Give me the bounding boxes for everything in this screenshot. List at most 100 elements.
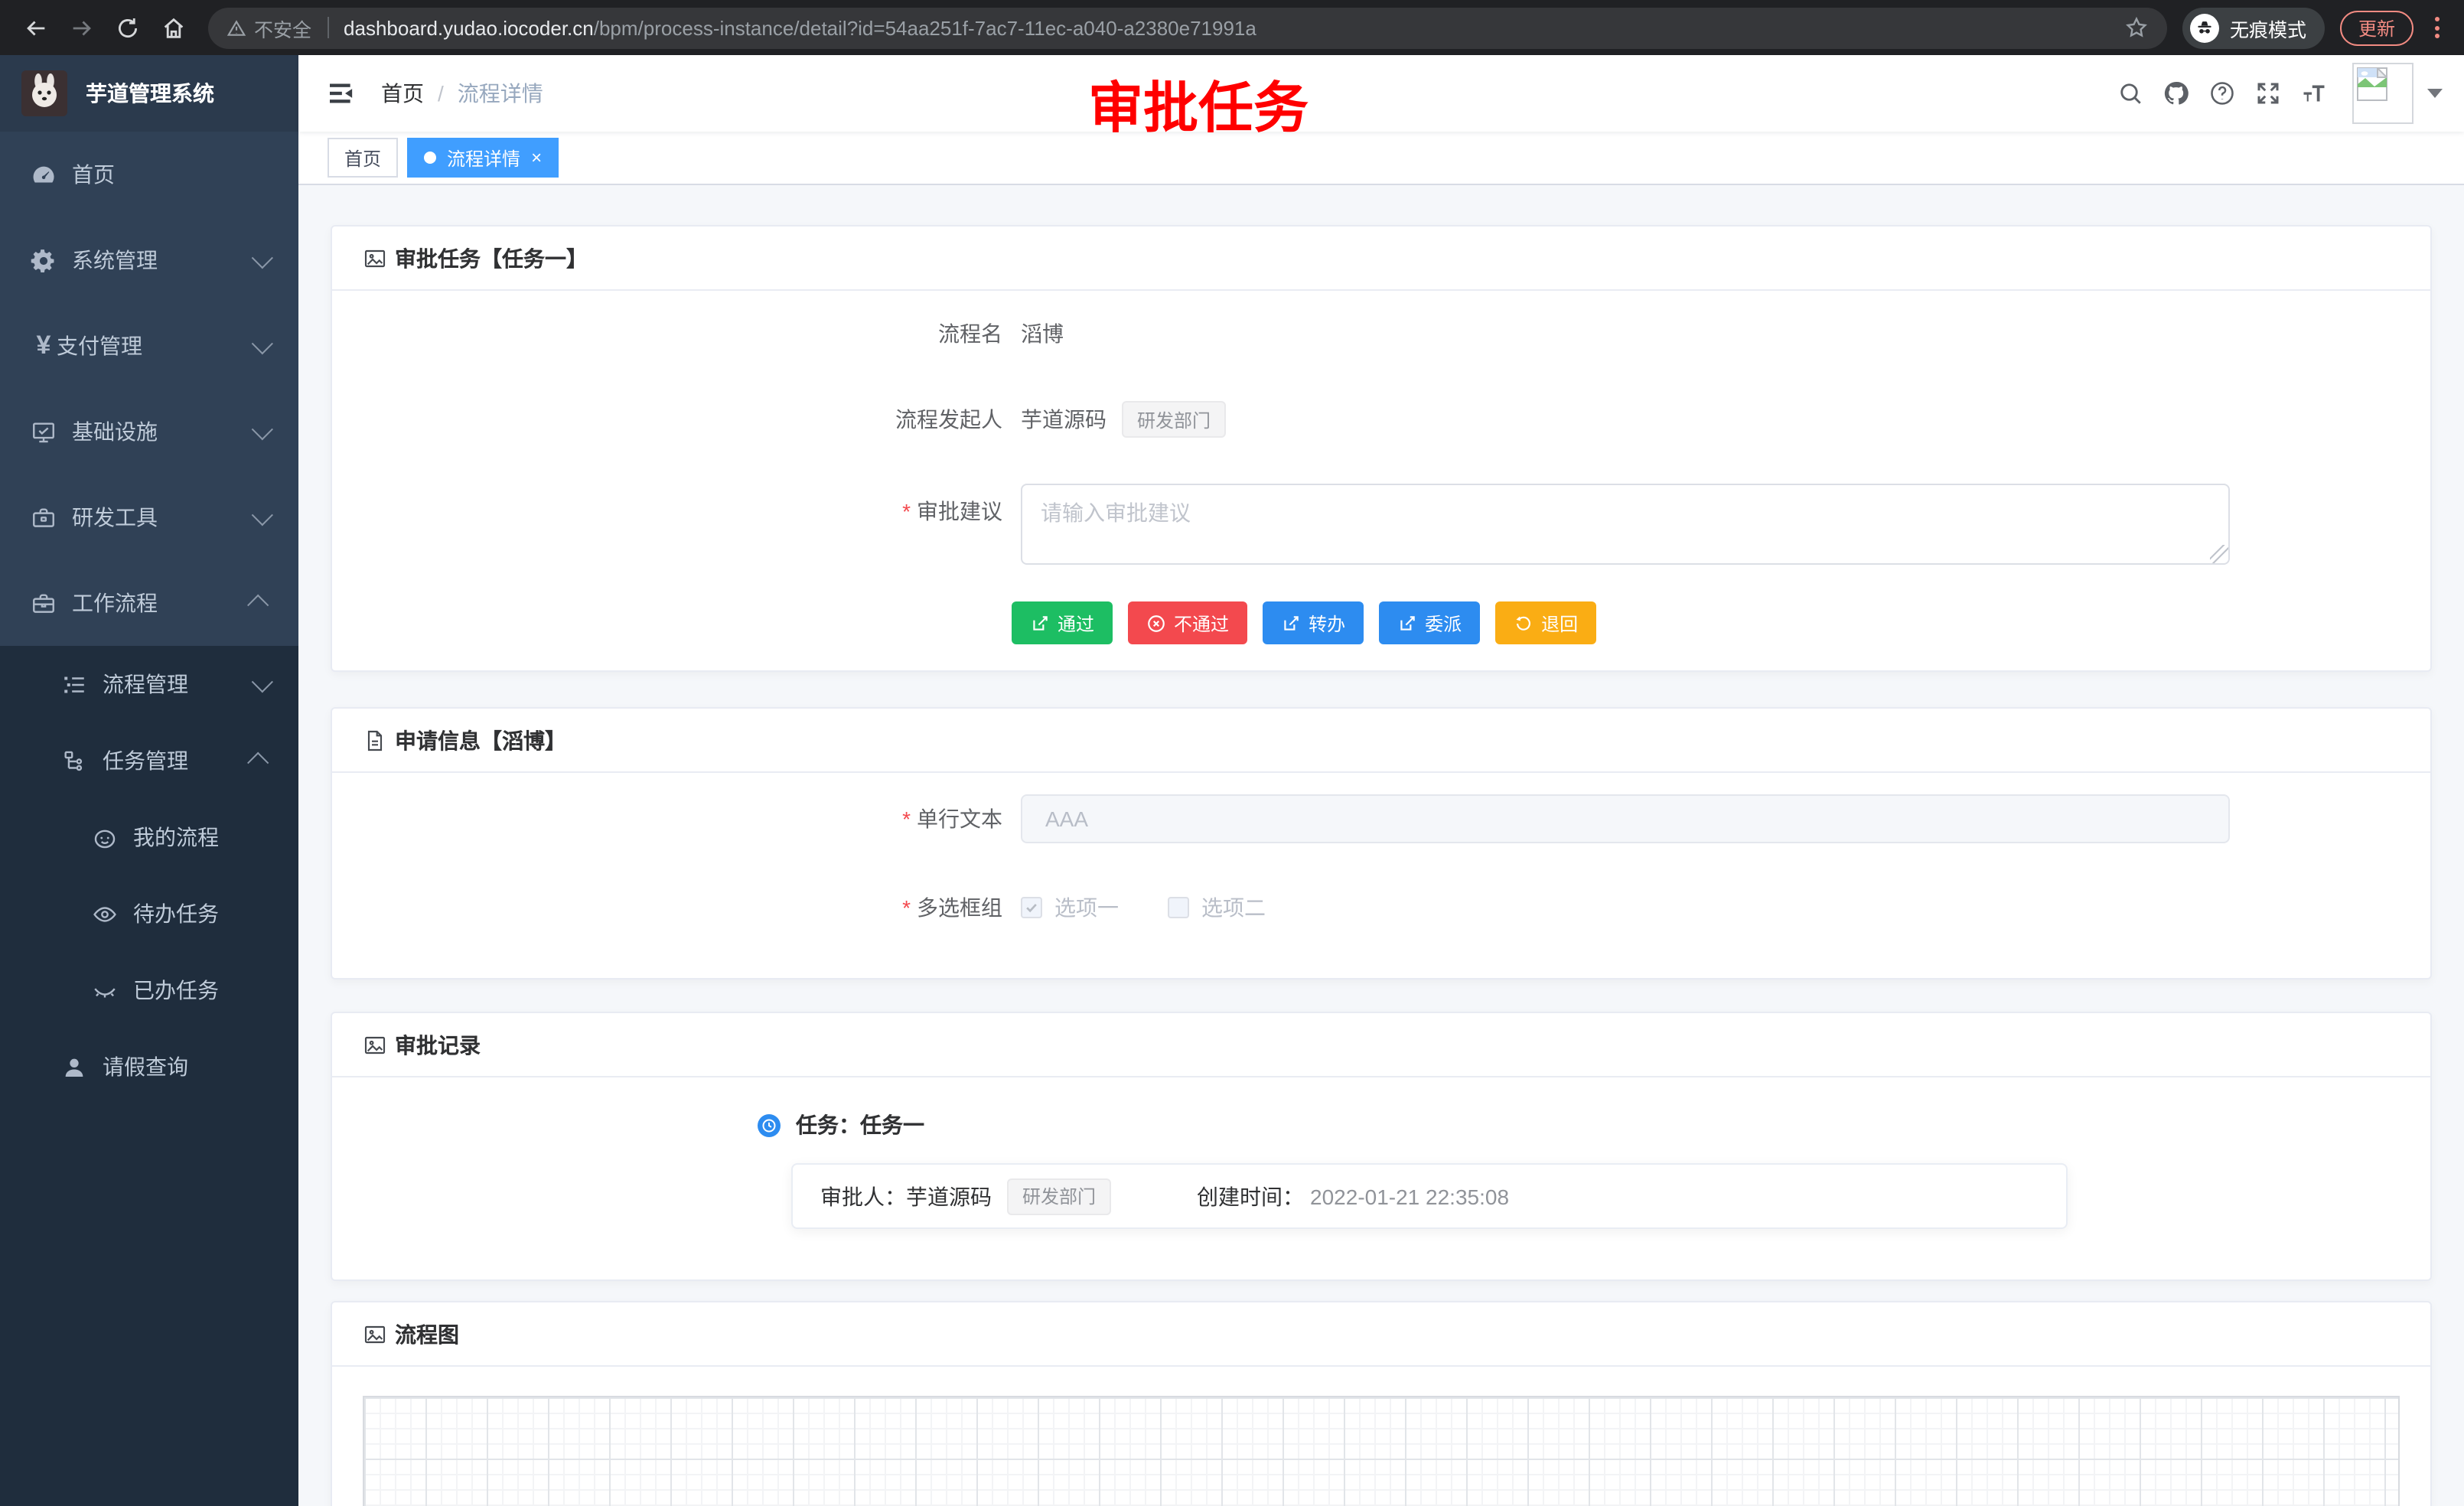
sidebar-item-todo-tasks[interactable]: 待办任务: [0, 875, 298, 952]
sidebar-item-label: 首页: [72, 159, 115, 190]
transfer-button[interactable]: 转办: [1263, 601, 1364, 644]
sidebar-item-label: 支付管理: [57, 331, 142, 361]
card-title: 审批任务【任务一】: [395, 243, 588, 273]
monitor-icon: [31, 419, 57, 445]
chevron-down-icon: [252, 419, 273, 440]
required-asterisk: *: [902, 807, 911, 831]
sidebar-item-process-mgmt[interactable]: 流程管理: [0, 646, 298, 722]
bookmark-star-icon[interactable]: [2124, 15, 2149, 40]
card-title: 审批记录: [395, 1029, 481, 1060]
suggestion-textarea[interactable]: [1021, 484, 2230, 565]
initiator-label: 流程发起人: [332, 404, 1021, 435]
incognito-icon: [2190, 13, 2219, 42]
required-asterisk: *: [902, 499, 911, 523]
sidebar-item-label: 流程管理: [103, 669, 188, 699]
single-text-row: *单行文本: [332, 794, 2430, 843]
checkbox-group-label: *多选框组: [332, 892, 1021, 923]
font-size-icon[interactable]: [2291, 70, 2337, 116]
url-text: dashboard.yudao.iocoder.cn/bpm/process-i…: [344, 16, 1256, 39]
forward-button[interactable]: [61, 8, 101, 47]
suggestion-label: *审批建议: [332, 484, 1021, 526]
screen: 不安全 dashboard.yudao.iocoder.cn/bpm/proce…: [0, 0, 2464, 1506]
browser-menu-button[interactable]: [2426, 11, 2449, 44]
sidebar-item-leave-query[interactable]: 请假查询: [0, 1028, 298, 1105]
bpmn-canvas[interactable]: [363, 1396, 2400, 1506]
card-header: 流程图: [332, 1302, 2430, 1367]
search-icon[interactable]: [2107, 70, 2153, 116]
sidebar-toggle-button[interactable]: [326, 78, 357, 109]
process-name-row: 流程名 滔博: [332, 312, 2430, 355]
sidebar-item-task-mgmt[interactable]: 任务管理: [0, 722, 298, 799]
tree-icon: [61, 748, 87, 774]
timeline-item: 任务：任务一: [332, 1110, 2430, 1140]
home-icon: [160, 15, 186, 41]
sidebar-item-my-process[interactable]: 我的流程: [0, 799, 298, 875]
single-text-input[interactable]: [1021, 794, 2230, 843]
return-button[interactable]: 退回: [1495, 601, 1596, 644]
delegate-button[interactable]: 委派: [1379, 601, 1480, 644]
sidebar-item-label: 已办任务: [133, 975, 219, 1006]
chevron-down-icon: [252, 247, 273, 269]
home-button[interactable]: [153, 8, 193, 47]
action-buttons-row: 通过 不通过 转办 委: [332, 601, 2430, 644]
address-bar[interactable]: 不安全 dashboard.yudao.iocoder.cn/bpm/proce…: [208, 7, 2167, 48]
sidebar-item-system[interactable]: 系统管理: [0, 217, 298, 303]
reload-button[interactable]: [107, 8, 147, 47]
dashboard-icon: [31, 161, 57, 187]
breadcrumb-current: 流程详情: [458, 78, 543, 109]
sidebar-item-workflow[interactable]: 工作流程: [0, 560, 298, 646]
sidebar-item-label: 基础设施: [72, 416, 158, 447]
create-time-segment: 创建时间： 2022-01-21 22:35:08: [1197, 1181, 1509, 1211]
sidebar-item-label: 工作流程: [72, 588, 158, 618]
app-frame: 芋道管理系统 首页 系统管理 ¥ 支付管理: [0, 55, 2464, 1506]
sidebar-item-label: 我的流程: [133, 822, 219, 852]
approve-button[interactable]: 通过: [1012, 601, 1113, 644]
tab-home[interactable]: 首页: [328, 138, 398, 178]
incognito-badge: 无痕模式: [2182, 7, 2325, 48]
fullscreen-icon[interactable]: [2245, 70, 2291, 116]
workflow-submenu: 流程管理 任务管理 我的流程: [0, 646, 298, 1105]
sidebar-item-label: 系统管理: [72, 245, 158, 275]
list-tree-icon: [61, 671, 87, 697]
initiator-row: 流程发起人 芋道源码 研发部门: [332, 398, 2430, 441]
dept-tag: 研发部门: [1007, 1178, 1111, 1214]
back-button[interactable]: [15, 8, 55, 47]
reject-button[interactable]: 不通过: [1128, 601, 1247, 644]
picture-icon: [363, 1322, 387, 1346]
tab-label: 首页: [344, 145, 381, 171]
app-logo-row[interactable]: 芋道管理系统: [0, 55, 298, 132]
github-icon[interactable]: [2153, 70, 2199, 116]
tab-process-detail[interactable]: 流程详情 ×: [407, 138, 559, 178]
help-icon[interactable]: [2199, 70, 2245, 116]
app-logo: [21, 70, 67, 116]
active-tab-dot: [424, 152, 436, 164]
avatar-dropdown-caret[interactable]: [2427, 89, 2443, 98]
required-asterisk: *: [902, 895, 911, 920]
checkbox-option-1[interactable]: 选项一: [1021, 892, 1119, 923]
sidebar-item-devtools[interactable]: 研发工具: [0, 474, 298, 560]
approver-segment: 审批人： 芋道源码 研发部门: [820, 1178, 1111, 1214]
app-title: 芋道管理系统: [86, 78, 214, 109]
sidebar-item-infra[interactable]: 基础设施: [0, 389, 298, 474]
back-arrow-icon: [22, 15, 48, 41]
toolbox-icon: [31, 504, 57, 530]
breadcrumb-home[interactable]: 首页: [381, 78, 424, 109]
yen-icon: ¥: [31, 331, 57, 361]
circle-close-icon: [1146, 613, 1166, 633]
checkbox-option-2[interactable]: 选项二: [1168, 892, 1266, 923]
sidebar-item-payment[interactable]: ¥ 支付管理: [0, 303, 298, 389]
card-title: 申请信息【滔博】: [395, 725, 566, 755]
chevron-up-icon: [247, 595, 269, 616]
eye-closed-icon: [92, 977, 118, 1003]
security-chip[interactable]: 不安全: [227, 13, 311, 42]
sidebar-item-home[interactable]: 首页: [0, 132, 298, 217]
checkbox-unchecked-icon: [1168, 897, 1189, 918]
security-label: 不安全: [254, 13, 311, 42]
close-icon[interactable]: ×: [531, 148, 542, 167]
chrome-update-button[interactable]: 更新: [2340, 10, 2413, 45]
breadcrumb: 首页 / 流程详情: [381, 78, 543, 109]
avatar[interactable]: [2352, 63, 2413, 124]
initiator-name: 芋道源码: [1021, 404, 1107, 435]
sidebar-item-done-tasks[interactable]: 已办任务: [0, 952, 298, 1028]
tags-view-bar: 首页 流程详情 ×: [298, 132, 2464, 185]
